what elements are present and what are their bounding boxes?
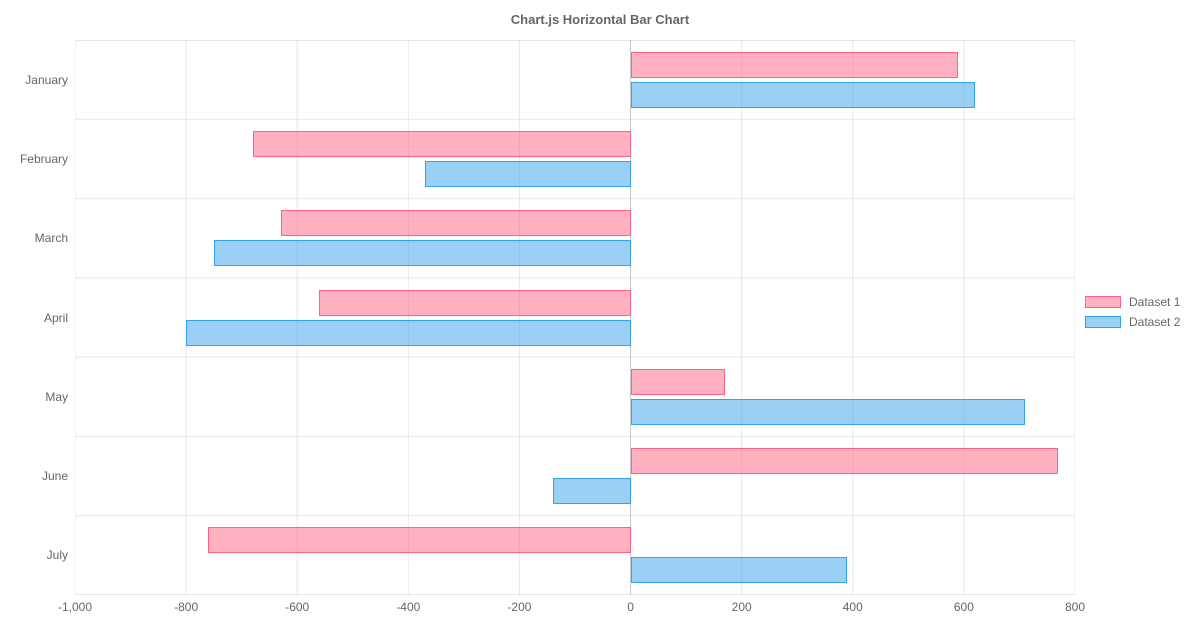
- bar-dataset-2[interactable]: [631, 82, 975, 108]
- x-tick-label: -800: [174, 600, 198, 614]
- bar-dataset-2[interactable]: [214, 240, 631, 266]
- x-tick-label: 600: [954, 600, 974, 614]
- x-tick-label: -400: [396, 600, 420, 614]
- legend-label: Dataset 1: [1129, 295, 1180, 309]
- bar-dataset-1[interactable]: [208, 527, 630, 553]
- bar-dataset-2[interactable]: [631, 399, 1025, 425]
- bars-layer: [75, 40, 1075, 595]
- bar-dataset-1[interactable]: [319, 290, 630, 316]
- chart-legend: Dataset 1 Dataset 2: [1085, 292, 1180, 332]
- legend-item-dataset-1[interactable]: Dataset 1: [1085, 292, 1180, 312]
- legend-swatch-icon: [1085, 316, 1121, 328]
- bar-dataset-2[interactable]: [425, 161, 631, 187]
- x-tick-label: 200: [732, 600, 752, 614]
- bar-dataset-1[interactable]: [631, 52, 959, 78]
- bar-dataset-1[interactable]: [631, 448, 1059, 474]
- bar-dataset-2[interactable]: [553, 478, 631, 504]
- y-tick-label: January: [0, 73, 68, 87]
- bar-dataset-2[interactable]: [186, 320, 630, 346]
- chart-title: Chart.js Horizontal Bar Chart: [0, 12, 1200, 27]
- x-tick-label: 0: [627, 600, 634, 614]
- legend-label: Dataset 2: [1129, 315, 1180, 329]
- y-tick-label: February: [0, 152, 68, 166]
- x-tick-label: -600: [285, 600, 309, 614]
- x-tick-label: -1,000: [58, 600, 92, 614]
- y-tick-label: July: [0, 548, 68, 562]
- x-tick-label: 400: [843, 600, 863, 614]
- y-tick-label: March: [0, 231, 68, 245]
- bar-dataset-1[interactable]: [631, 369, 725, 395]
- legend-item-dataset-2[interactable]: Dataset 2: [1085, 312, 1180, 332]
- bar-dataset-1[interactable]: [253, 131, 631, 157]
- x-tick-label: 800: [1065, 600, 1085, 614]
- y-tick-label: April: [0, 311, 68, 325]
- bar-dataset-1[interactable]: [281, 210, 631, 236]
- horizontal-bar-chart: Chart.js Horizontal Bar Chart -1,000 -800…: [0, 0, 1200, 630]
- y-tick-label: May: [0, 390, 68, 404]
- y-tick-label: June: [0, 469, 68, 483]
- legend-swatch-icon: [1085, 296, 1121, 308]
- bar-dataset-2[interactable]: [631, 557, 848, 583]
- x-tick-label: -200: [507, 600, 531, 614]
